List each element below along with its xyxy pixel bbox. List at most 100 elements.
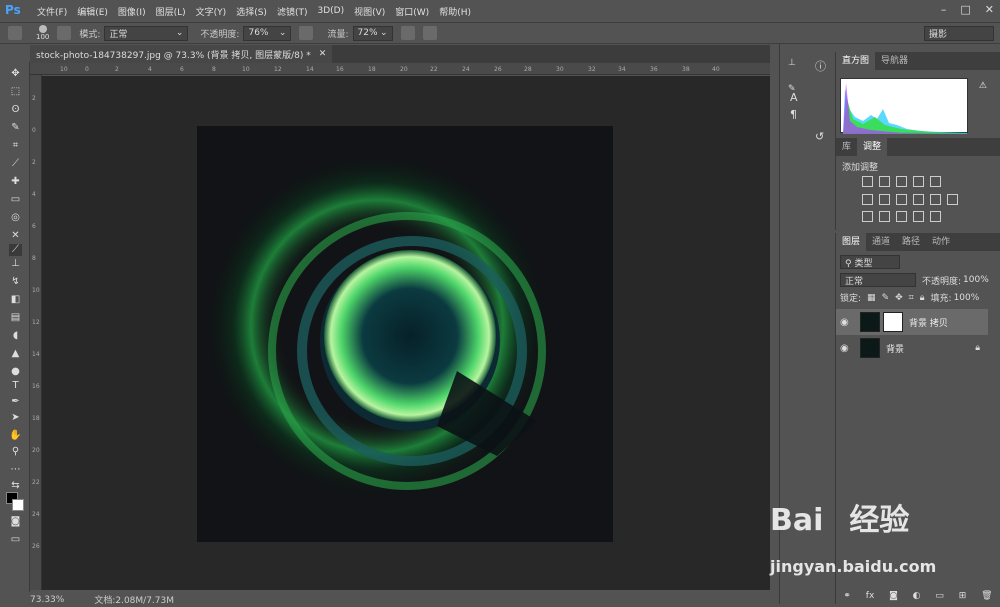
pressure-opacity-icon[interactable] <box>299 26 314 40</box>
opacity-select[interactable]: 76% ⌄ <box>243 25 292 41</box>
healing-brush-tool-icon[interactable]: ✚ <box>9 176 22 188</box>
tab-channels[interactable]: 通道 <box>866 233 896 251</box>
menu-file[interactable]: 文件(F) <box>37 5 67 18</box>
background-color-swatch[interactable] <box>12 499 24 511</box>
menu-view[interactable]: 视图(V) <box>354 5 385 18</box>
quick-select-tool-icon[interactable]: ✎ <box>9 122 22 134</box>
add-mask-icon[interactable]: ◙ <box>889 591 898 601</box>
swap-colors-icon[interactable]: ⇆ <box>9 480 22 492</box>
new-adjustment-icon[interactable]: ◐ <box>913 591 921 601</box>
menu-3d[interactable]: 3D(D) <box>317 6 344 16</box>
layer-row[interactable]: ◉ 背景 拷贝 <box>836 309 988 335</box>
history-icon[interactable]: ↺ <box>815 130 824 143</box>
path-select-tool-icon[interactable]: ➤ <box>9 412 22 424</box>
close-icon[interactable]: ✕ <box>985 3 994 16</box>
history-brush-tool-icon[interactable]: ↯ <box>9 276 22 288</box>
lock-all-icon[interactable]: 🔒︎ <box>920 293 925 303</box>
invert-icon[interactable] <box>862 211 873 222</box>
fx-icon[interactable]: fx <box>866 591 875 601</box>
photo-filter-icon[interactable] <box>913 194 924 205</box>
clone-stamp-tool-icon[interactable]: ⊥ <box>9 258 22 270</box>
type-tool-icon[interactable]: T <box>9 380 22 392</box>
link-layers-icon[interactable]: ⚭ <box>843 591 851 601</box>
eye-icon[interactable]: ◉ <box>840 343 854 354</box>
warning-icon[interactable]: ⚠ <box>979 81 987 91</box>
document-tab[interactable]: stock-photo-184738297.jpg @ 73.3% (背景 拷贝… <box>30 45 333 63</box>
canvas-workspace[interactable] <box>42 76 770 590</box>
more-tools-icon[interactable]: ⋯ <box>9 464 22 476</box>
menu-filter[interactable]: 滤镜(T) <box>277 5 308 18</box>
new-group-icon[interactable]: ▭ <box>935 591 944 601</box>
marquee-tool-icon[interactable]: ⬚ <box>9 86 22 98</box>
curves-icon[interactable] <box>896 176 907 187</box>
lock-image-icon[interactable]: ✎ <box>882 293 890 303</box>
tab-adjustments[interactable]: 调整 <box>857 138 888 156</box>
menu-window[interactable]: 窗口(W) <box>395 5 429 18</box>
threshold-icon[interactable] <box>896 211 907 222</box>
menu-select[interactable]: 选择(S) <box>236 5 267 18</box>
menu-image[interactable]: 图像(I) <box>118 5 146 18</box>
tab-histogram[interactable]: 直方图 <box>836 52 876 70</box>
text-character-icon[interactable]: A <box>790 91 798 104</box>
layer-mask-thumbnail[interactable] <box>883 312 903 332</box>
sharpen-tool-icon[interactable]: ▲ <box>9 348 22 360</box>
lock-position-icon[interactable]: ✥ <box>895 293 903 303</box>
hue-saturation-icon[interactable] <box>862 194 873 205</box>
color-balance-icon[interactable] <box>879 194 890 205</box>
selective-color-icon[interactable] <box>930 211 941 222</box>
tab-actions[interactable]: 动作 <box>926 233 956 251</box>
exposure-icon[interactable] <box>913 176 924 187</box>
tab-library[interactable]: 库 <box>836 138 857 156</box>
hand-tool-icon[interactable]: ✋ <box>9 430 22 442</box>
tab-layers[interactable]: 图层 <box>836 233 867 251</box>
blur-tool-icon[interactable]: ◖ <box>9 330 22 342</box>
zoom-tool-icon[interactable]: ⚲ <box>9 446 22 458</box>
zoom-level[interactable]: 73.33% <box>30 595 64 605</box>
minimize-icon[interactable]: – <box>941 3 947 16</box>
content-aware-move-tool-icon[interactable]: ✕ <box>9 230 22 242</box>
eye-icon[interactable]: ◉ <box>840 317 854 328</box>
menu-help[interactable]: 帮助(H) <box>439 5 471 18</box>
tab-paths[interactable]: 路径 <box>896 233 926 251</box>
workspace-select[interactable]: 摄影 <box>924 26 994 41</box>
blend-mode-select[interactable]: 正常 <box>840 273 916 287</box>
layer-row[interactable]: ◉ 背景 🔒︎ <box>836 335 988 361</box>
dodge-tool-icon[interactable]: ● <box>9 366 22 378</box>
lock-transparent-icon[interactable]: ▦ <box>867 293 876 303</box>
crop-tool-icon[interactable]: ⌗ <box>9 140 22 152</box>
fill-value[interactable]: 100% <box>954 293 980 303</box>
patch-tool-icon[interactable]: ▭ <box>9 194 22 206</box>
layer-kind-filter[interactable]: ⚲ 类型 <box>840 255 900 269</box>
black-white-icon[interactable] <box>896 194 907 205</box>
document-canvas[interactable] <box>197 126 613 542</box>
new-layer-icon[interactable]: ⊞ <box>959 591 967 601</box>
vibrance-icon[interactable] <box>930 176 941 187</box>
layer-opacity-value[interactable]: 100% <box>963 275 989 285</box>
pen-tool-icon[interactable]: ✒ <box>9 396 22 408</box>
gradient-tool-icon[interactable]: ▤ <box>9 312 22 324</box>
quick-mask-icon[interactable]: ◙ <box>9 516 22 528</box>
menu-layer[interactable]: 图层(L) <box>156 5 186 18</box>
red-eye-tool-icon[interactable]: ◎ <box>9 212 22 224</box>
screen-mode-icon[interactable]: ▭ <box>9 534 22 546</box>
menu-type[interactable]: 文字(Y) <box>196 5 227 18</box>
mode-select[interactable]: 正常 ⌄ <box>104 25 189 41</box>
gradient-map-icon[interactable] <box>913 211 924 222</box>
eyedropper-tool-icon[interactable]: ⟋ <box>9 158 22 170</box>
info-icon[interactable]: ⓘ <box>815 58 826 74</box>
brightness-icon[interactable] <box>862 176 873 187</box>
airbrush-icon[interactable] <box>400 26 415 40</box>
color-lookup-icon[interactable] <box>947 194 958 205</box>
close-icon[interactable]: ✕ <box>319 49 327 59</box>
pressure-size-icon[interactable] <box>422 26 437 40</box>
levels-icon[interactable] <box>879 176 890 187</box>
move-tool-icon[interactable]: ✥ <box>9 68 22 80</box>
brush-settings-icon[interactable] <box>57 26 72 40</box>
stamp-panel-icon[interactable]: ⊥ <box>788 58 796 68</box>
menu-edit[interactable]: 编辑(E) <box>77 5 108 18</box>
paragraph-icon[interactable]: ¶ <box>790 108 797 121</box>
channel-mixer-icon[interactable] <box>930 194 941 205</box>
posterize-icon[interactable] <box>879 211 890 222</box>
maximize-icon[interactable]: □ <box>960 3 970 16</box>
brush-tool-icon[interactable]: ⟋ <box>9 244 22 256</box>
